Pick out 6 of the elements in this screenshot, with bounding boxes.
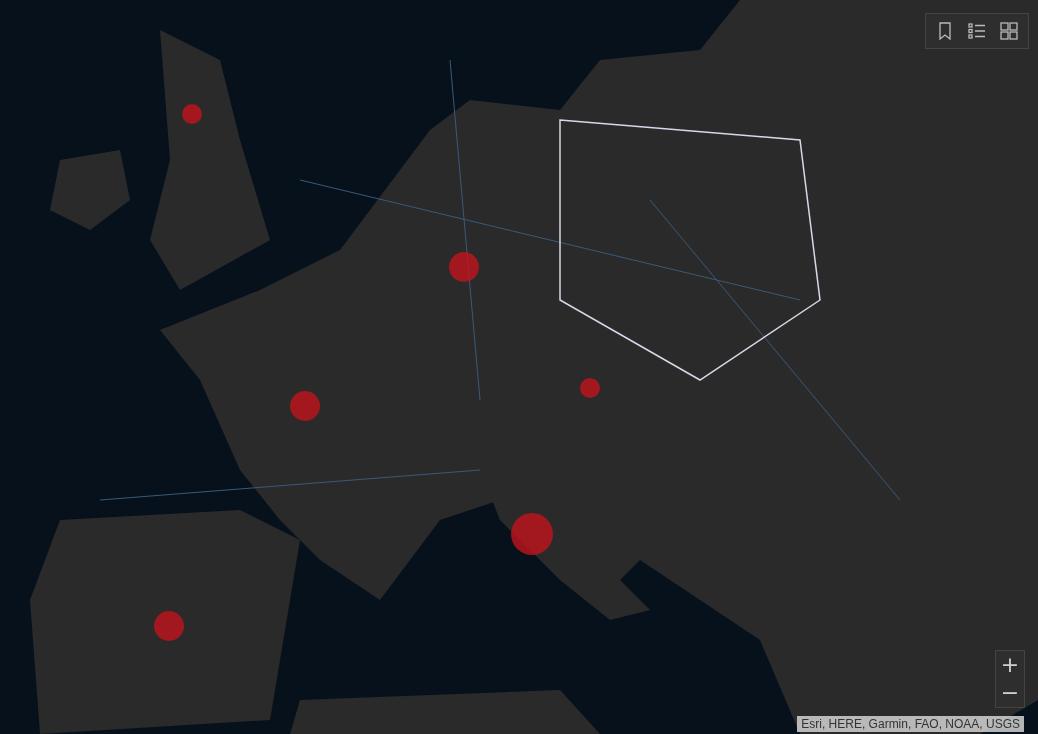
- zoom-in-button[interactable]: +: [996, 651, 1024, 679]
- list-icon: [968, 23, 986, 39]
- bookmark-icon: [938, 22, 952, 40]
- attribution-text: Esri, HERE, Garmin, FAO, NOAA, USGS: [797, 716, 1024, 732]
- gallery-icon: [1000, 22, 1018, 40]
- zoom-out-button[interactable]: −: [996, 679, 1024, 707]
